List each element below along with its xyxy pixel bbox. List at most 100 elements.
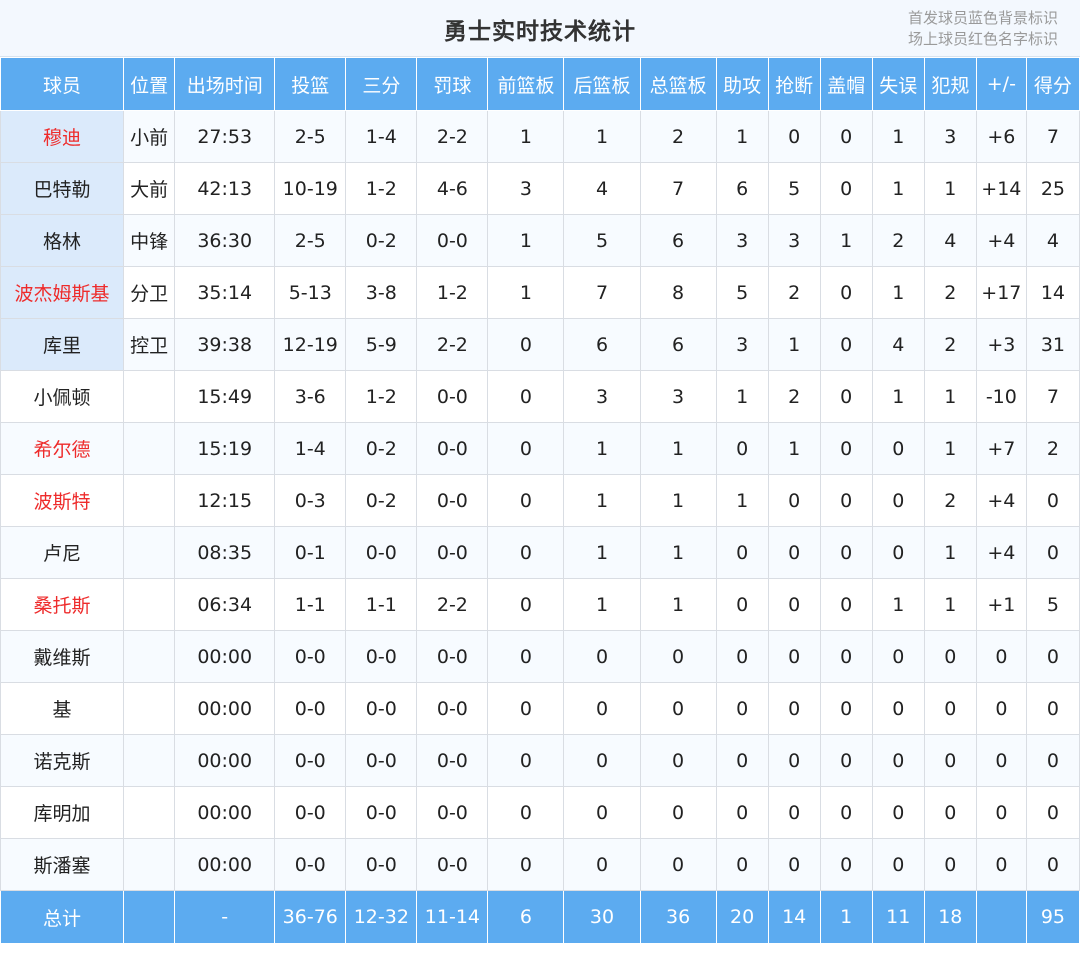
player-blk: 0 — [819, 266, 873, 319]
player-3pt: 5-9 — [345, 318, 418, 371]
column-header: +/- — [975, 57, 1027, 111]
player-minutes: 00:00 — [174, 630, 276, 683]
player-ft: 0-0 — [416, 682, 489, 735]
player-pf: 1 — [923, 526, 977, 579]
player-ast: 0 — [715, 682, 769, 735]
totals-pm — [975, 890, 1027, 944]
player-fg: 12-19 — [274, 318, 347, 371]
player-reb: 0 — [639, 734, 717, 787]
player-reb: 1 — [639, 578, 717, 631]
player-pf: 1 — [923, 422, 977, 475]
totals-pts: 95 — [1025, 890, 1080, 944]
player-oreb: 0 — [487, 422, 565, 475]
player-dreb: 0 — [563, 682, 641, 735]
player-plus-minus: +17 — [975, 266, 1027, 319]
player-ft: 0-0 — [416, 422, 489, 475]
player-reb: 6 — [639, 318, 717, 371]
player-points: 2 — [1025, 422, 1080, 475]
player-tov: 1 — [871, 578, 925, 631]
on-court-note: 场上球员红色名字标识 — [907, 30, 1058, 48]
player-position — [123, 630, 176, 683]
player-minutes: 15:49 — [174, 370, 276, 423]
player-tov: 1 — [871, 266, 925, 319]
player-stl: 1 — [767, 422, 821, 475]
player-blk: 0 — [819, 578, 873, 631]
player-reb: 6 — [639, 214, 717, 267]
player-3pt: 0-0 — [345, 526, 418, 579]
player-tov: 0 — [871, 630, 925, 683]
column-header: 出场时间 — [174, 57, 276, 111]
player-pf: 0 — [923, 838, 977, 891]
player-dreb: 3 — [563, 370, 641, 423]
column-header: 位置 — [123, 57, 176, 111]
totals-tov: 11 — [871, 890, 925, 944]
player-blk: 1 — [819, 214, 873, 267]
player-points: 14 — [1025, 266, 1080, 319]
player-stl: 1 — [767, 318, 821, 371]
player-tov: 0 — [871, 422, 925, 475]
player-3pt: 1-2 — [345, 370, 418, 423]
column-header: 盖帽 — [819, 57, 873, 111]
player-points: 0 — [1025, 526, 1080, 579]
player-ft: 0-0 — [416, 370, 489, 423]
player-fg: 0-1 — [274, 526, 347, 579]
player-points: 4 — [1025, 214, 1080, 267]
player-ast: 0 — [715, 422, 769, 475]
player-position: 控卫 — [123, 318, 176, 371]
table-row: 斯潘塞 00:00 0-0 0-0 0-0 0 0 0 0 0 0 0 0 0 0 — [0, 838, 1080, 891]
player-plus-minus: +4 — [975, 526, 1027, 579]
player-tov: 0 — [871, 526, 925, 579]
player-minutes: 36:30 — [174, 214, 276, 267]
table-row: 波斯特 12:15 0-3 0-2 0-0 0 1 1 1 0 0 0 2 +4 0 — [0, 474, 1080, 527]
player-position — [123, 422, 176, 475]
player-oreb: 0 — [487, 578, 565, 631]
player-pf: 1 — [923, 578, 977, 631]
player-plus-minus: +6 — [975, 110, 1027, 163]
player-oreb: 0 — [487, 526, 565, 579]
player-position: 分卫 — [123, 266, 176, 319]
header-row: 球员 位置 出场时间 投篮 三分 罚球 前篮板 后篮板 总篮板 助攻 抢断 盖帽 失误 犯规 +/- 得分 — [0, 57, 1080, 111]
player-points: 0 — [1025, 786, 1080, 839]
player-dreb: 1 — [563, 110, 641, 163]
player-fg: 10-19 — [274, 162, 347, 215]
player-blk: 0 — [819, 682, 873, 735]
player-points: 31 — [1025, 318, 1080, 371]
player-fg: 0-3 — [274, 474, 347, 527]
player-ast: 5 — [715, 266, 769, 319]
player-stl: 2 — [767, 266, 821, 319]
player-name: 库明加 — [0, 786, 125, 839]
player-dreb: 1 — [563, 578, 641, 631]
player-name: 格林 — [0, 214, 125, 267]
player-oreb: 0 — [487, 682, 565, 735]
player-reb: 3 — [639, 370, 717, 423]
table-row: 库里 控卫 39:38 12-19 5-9 2-2 0 6 6 3 1 0 4 2 +3 31 — [0, 318, 1080, 371]
column-header: 三分 — [345, 57, 418, 111]
player-3pt: 1-1 — [345, 578, 418, 631]
player-oreb: 0 — [487, 734, 565, 787]
player-points: 7 — [1025, 110, 1080, 163]
player-reb: 0 — [639, 630, 717, 683]
player-oreb: 0 — [487, 786, 565, 839]
column-header: 球员 — [0, 57, 125, 111]
player-ast: 0 — [715, 630, 769, 683]
player-stl: 5 — [767, 162, 821, 215]
table-row: 小佩顿 15:49 3-6 1-2 0-0 0 3 3 1 2 0 1 1 -10 7 — [0, 370, 1080, 423]
player-minutes: 42:13 — [174, 162, 276, 215]
player-position — [123, 734, 176, 787]
player-points: 25 — [1025, 162, 1080, 215]
column-header: 得分 — [1025, 57, 1080, 111]
player-reb: 0 — [639, 786, 717, 839]
player-ft: 0-0 — [416, 630, 489, 683]
player-ft: 0-0 — [416, 526, 489, 579]
player-dreb: 0 — [563, 786, 641, 839]
player-plus-minus: 0 — [975, 838, 1027, 891]
player-plus-minus: +4 — [975, 214, 1027, 267]
totals-label: 总计 — [0, 890, 125, 944]
player-minutes: 39:38 — [174, 318, 276, 371]
player-plus-minus: 0 — [975, 682, 1027, 735]
player-name: 基 — [0, 682, 125, 735]
totals-fg: 36-76 — [274, 890, 347, 944]
player-blk: 0 — [819, 318, 873, 371]
player-position — [123, 526, 176, 579]
player-position — [123, 838, 176, 891]
